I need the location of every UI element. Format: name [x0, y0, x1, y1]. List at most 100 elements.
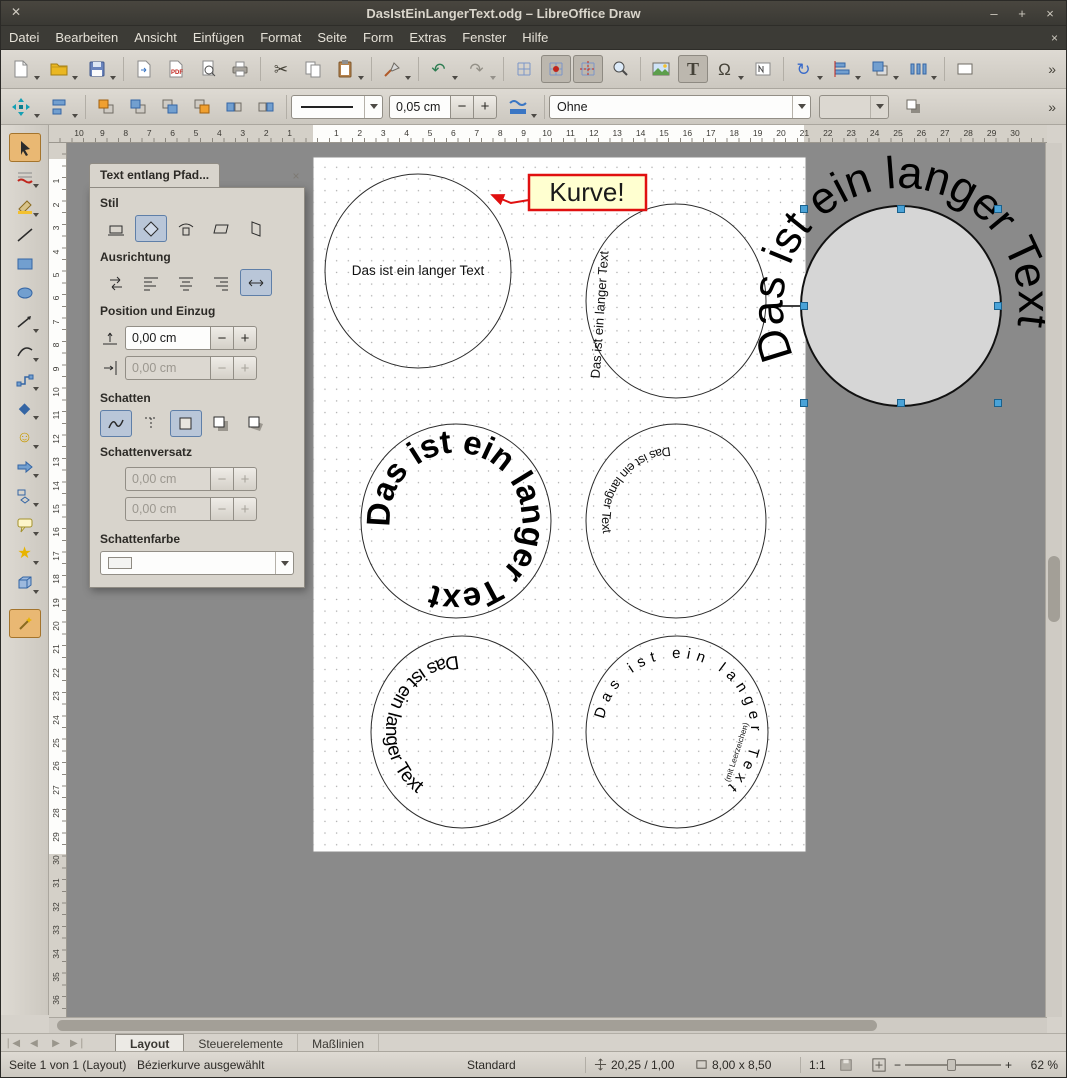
style-off-button[interactable] [100, 215, 132, 242]
style-rotate-button[interactable] [135, 215, 167, 242]
menu-fenster[interactable]: Fenster [454, 27, 514, 48]
redo-button[interactable]: ↷ [462, 55, 498, 83]
selection-handle[interactable] [898, 400, 905, 407]
select-tool-button[interactable] [9, 133, 41, 162]
line-tool-button[interactable] [9, 220, 41, 249]
status-style-name[interactable]: Standard [467, 1058, 577, 1072]
shadow-y-increase-button[interactable]: + [233, 497, 257, 521]
align-center-button[interactable] [170, 269, 202, 296]
insert-frame-button[interactable] [748, 55, 778, 83]
shadow-toggle-button[interactable] [899, 93, 929, 121]
symbol-shapes-button[interactable]: ☺ [9, 423, 41, 452]
line-style-select[interactable] [291, 95, 383, 119]
in-front-of-object-button[interactable] [219, 93, 249, 121]
fill-color-tool-button[interactable] [9, 191, 41, 220]
paste-button[interactable] [330, 55, 366, 83]
lines-arrows-tool-button[interactable] [9, 307, 41, 336]
no-shadow-button[interactable] [170, 410, 202, 437]
menu-datei[interactable]: Datei [1, 27, 47, 48]
undo-button[interactable]: ↶ [424, 55, 460, 83]
align-objects-button[interactable] [44, 93, 80, 121]
style-slant-horizontal-button[interactable] [205, 215, 237, 242]
distance-increase-button[interactable]: + [233, 326, 257, 350]
line-width-decrease-button[interactable]: − [450, 95, 474, 119]
helplines-while-moving-button[interactable] [573, 55, 603, 83]
distribute-button[interactable] [903, 55, 939, 83]
zoom-slider[interactable] [905, 1057, 1001, 1073]
3d-objects-button[interactable] [9, 568, 41, 597]
autosize-text-button[interactable] [240, 269, 272, 296]
indent-increase-button[interactable]: + [233, 356, 257, 380]
menu-extras[interactable]: Extras [401, 27, 454, 48]
line-style-dropdown-arrow[interactable] [364, 96, 382, 118]
basic-shapes-button[interactable]: ◆ [9, 394, 41, 423]
selection-handle[interactable] [995, 206, 1002, 213]
display-grid-button[interactable] [509, 55, 539, 83]
close-button[interactable]: × [1038, 4, 1062, 23]
contour-toggle-button[interactable] [100, 410, 132, 437]
vertical-scrollbar[interactable] [1045, 143, 1062, 1017]
rectangle-tool-button[interactable] [9, 249, 41, 278]
shadow-color-dropdown-arrow[interactable] [275, 552, 293, 574]
selection-handle[interactable] [801, 303, 808, 310]
fontwork-close-icon[interactable]: × [287, 167, 305, 185]
menu-ansicht[interactable]: Ansicht [126, 27, 185, 48]
indent-decrease-button[interactable]: − [210, 356, 234, 380]
status-scale[interactable]: 1:1 [809, 1058, 839, 1072]
circle-1-text[interactable]: Das ist ein langer Text [352, 263, 485, 278]
selection-handle[interactable] [898, 206, 905, 213]
maximize-button[interactable]: + [1010, 4, 1034, 23]
save-button[interactable] [82, 55, 118, 83]
fontwork-dialog-header[interactable]: Text entlang Pfad... × [89, 161, 305, 187]
vertical-ruler[interactable]: 1234567891011121314151617181920212223242… [49, 143, 67, 1017]
shadow-color-select[interactable] [100, 551, 294, 575]
horizontal-ruler[interactable]: 1098765432112345678910111213141516171819… [49, 125, 1047, 143]
zoom-out-button[interactable]: − [894, 1058, 901, 1072]
selection-handle[interactable] [995, 400, 1002, 407]
connector-tool-button[interactable] [9, 365, 41, 394]
minimize-button[interactable]: – [982, 4, 1006, 23]
export-button[interactable] [129, 55, 159, 83]
star-shapes-button[interactable]: ★ [9, 539, 41, 568]
send-backward-button[interactable] [155, 93, 185, 121]
area-color-select[interactable] [819, 95, 889, 119]
rotate-button[interactable]: ↻ [789, 55, 825, 83]
shadow-x-input[interactable] [125, 467, 211, 491]
orientation-button[interactable] [100, 269, 132, 296]
align-button[interactable] [827, 55, 863, 83]
menu-form[interactable]: Form [355, 27, 401, 48]
zoom-button[interactable] [605, 55, 635, 83]
zoom-slider-thumb[interactable] [947, 1059, 956, 1071]
toolbar-overflow-button[interactable]: » [1042, 99, 1062, 115]
area-style-dropdown-arrow[interactable] [792, 96, 810, 118]
distance-decrease-button[interactable]: − [210, 326, 234, 350]
zoom-in-button[interactable]: + [1005, 1058, 1012, 1072]
slant-shadow-button[interactable] [240, 410, 272, 437]
area-color-dropdown-arrow[interactable] [870, 96, 888, 118]
show-draw-functions-button[interactable] [950, 55, 980, 83]
shadow-x-decrease-button[interactable]: − [210, 467, 234, 491]
bring-to-front-button[interactable] [91, 93, 121, 121]
transformations-button[interactable] [6, 93, 42, 121]
print-preview-button[interactable] [193, 55, 223, 83]
style-slant-vertical-button[interactable] [240, 215, 272, 242]
horizontal-scrollbar[interactable] [49, 1017, 1047, 1033]
menu-hilfe[interactable]: Hilfe [514, 27, 556, 48]
distance-input[interactable] [125, 326, 211, 350]
ellipse-tool-button[interactable] [9, 278, 41, 307]
menu-format[interactable]: Format [252, 27, 309, 48]
line-color-tool-button[interactable] [9, 162, 41, 191]
new-document-button[interactable] [6, 55, 42, 83]
vertical-scrollbar-thumb[interactable] [1048, 556, 1060, 622]
selection-handle[interactable] [801, 206, 808, 213]
selected-circle[interactable] [801, 206, 1001, 406]
shadow-y-decrease-button[interactable]: − [210, 497, 234, 521]
send-to-back-button[interactable] [187, 93, 217, 121]
bring-forward-button[interactable] [123, 93, 153, 121]
special-character-button[interactable]: Ω [710, 55, 746, 83]
selection-handle[interactable] [801, 400, 808, 407]
close-document-button[interactable]: × [1051, 31, 1058, 45]
open-button[interactable] [44, 55, 80, 83]
toolbar-overflow-button[interactable]: » [1042, 61, 1062, 77]
cut-button[interactable]: ✂ [266, 55, 296, 83]
